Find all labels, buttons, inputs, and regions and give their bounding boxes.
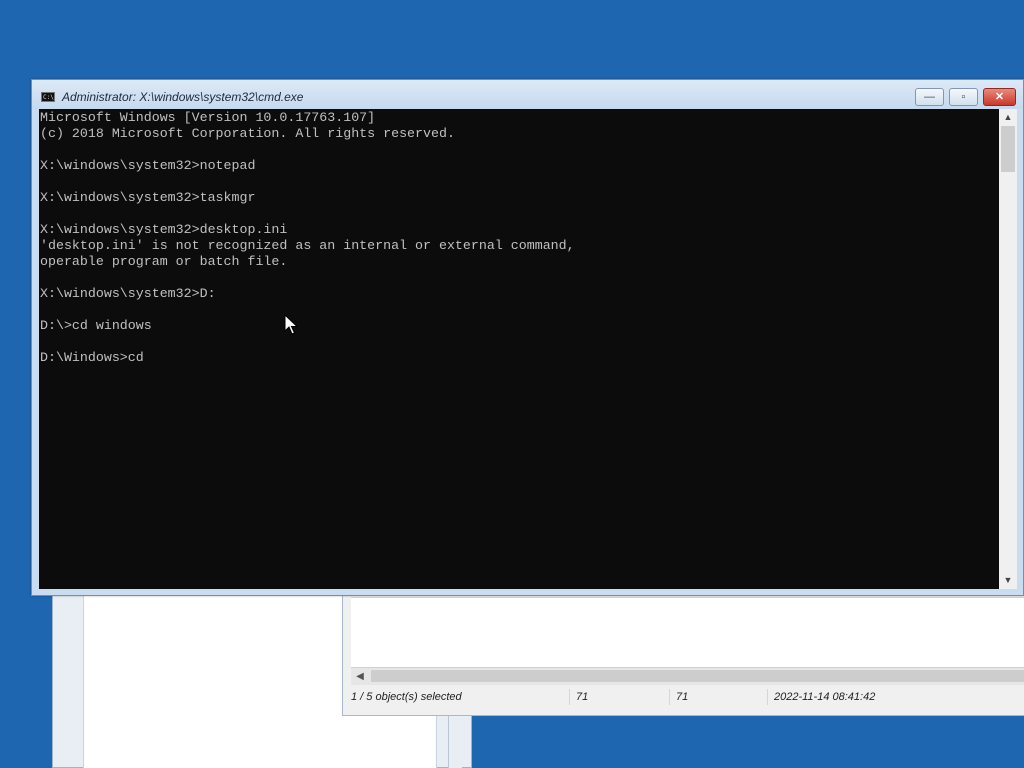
status-value-1: 71 — [569, 689, 588, 705]
console-line: (c) 2018 Microsoft Corporation. All righ… — [40, 126, 455, 141]
status-selection: 1 / 5 object(s) selected — [351, 691, 462, 703]
horizontal-scroll-thumb[interactable] — [371, 670, 1024, 682]
status-value-2: 71 — [669, 689, 688, 705]
scroll-up-icon[interactable]: ▲ — [999, 109, 1017, 126]
console-line: D:\Windows>cd — [40, 350, 144, 365]
console-line: X:\windows\system32>D: — [40, 286, 216, 301]
mouse-pointer-icon — [284, 314, 298, 335]
console-line: operable program or batch file. — [40, 254, 288, 269]
maximize-button[interactable]: ▫ — [949, 88, 978, 106]
scroll-down-icon[interactable]: ▼ — [999, 572, 1017, 589]
title-bar[interactable]: C:\ Administrator: X:\windows\system32\c… — [32, 80, 1023, 109]
desktop: ◀ 1 / 5 object(s) selected 71 71 2022-11… — [0, 0, 1024, 768]
window-title: Administrator: X:\windows\system32\cmd.e… — [62, 90, 304, 104]
console-output[interactable]: Microsoft Windows [Version 10.0.17763.10… — [39, 109, 999, 589]
vertical-scrollbar[interactable]: ▲ ▼ — [999, 109, 1017, 589]
status-datetime: 2022-11-14 08:41:42 — [767, 689, 875, 705]
console-line: Microsoft Windows [Version 10.0.17763.10… — [40, 110, 376, 125]
console-line: 'desktop.ini' is not recognized as an in… — [40, 238, 575, 253]
close-button[interactable]: ✕ — [983, 88, 1016, 106]
status-bar: 1 / 5 object(s) selected 71 71 2022-11-1… — [343, 685, 1024, 707]
cmd-window: C:\ Administrator: X:\windows\system32\c… — [31, 79, 1024, 596]
file-list-area[interactable] — [351, 597, 1024, 668]
scroll-left-icon[interactable]: ◀ — [351, 668, 369, 685]
console-line: X:\windows\system32>taskmgr — [40, 190, 256, 205]
console-line: X:\windows\system32>desktop.ini — [40, 222, 288, 237]
console-line: D:\>cd windows — [40, 318, 152, 333]
cmd-icon[interactable]: C:\ — [41, 92, 55, 102]
minimize-button[interactable]: — — [915, 88, 944, 106]
horizontal-scrollbar[interactable]: ◀ — [351, 667, 1024, 685]
console-line: X:\windows\system32>notepad — [40, 158, 256, 173]
vertical-scroll-thumb[interactable] — [1001, 126, 1015, 172]
